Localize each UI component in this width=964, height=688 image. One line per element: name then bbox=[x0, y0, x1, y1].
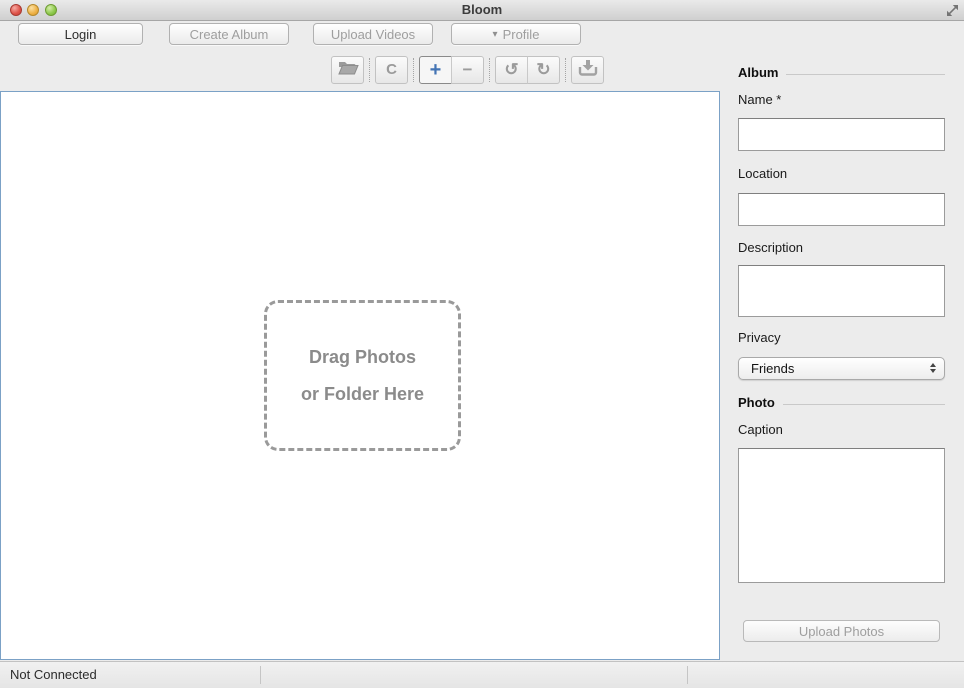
app-window: Bloom Login Create Album Upload Videos ▾… bbox=[0, 0, 964, 688]
album-section-title: Album bbox=[738, 65, 778, 80]
location-label: Location bbox=[738, 166, 787, 181]
album-section-header: Album bbox=[738, 65, 945, 80]
upload-photos-button[interactable]: Upload Photos bbox=[743, 620, 940, 642]
connection-status: Not Connected bbox=[10, 662, 97, 688]
icon-toolbar: C + − ↺ ↻ bbox=[331, 55, 604, 84]
open-folder-button[interactable] bbox=[331, 56, 364, 84]
open-folder-icon bbox=[337, 59, 359, 81]
photo-canvas: Drag Photos or Folder Here bbox=[0, 91, 720, 660]
privacy-label: Privacy bbox=[738, 330, 781, 345]
caption-field[interactable] bbox=[738, 448, 945, 583]
import-tray-button[interactable] bbox=[571, 56, 604, 84]
login-button-label: Login bbox=[65, 27, 97, 42]
rotate-right-button[interactable]: ↻ bbox=[527, 56, 560, 84]
rotate-left-button[interactable]: ↺ bbox=[495, 56, 528, 84]
create-album-button[interactable]: Create Album bbox=[169, 23, 289, 45]
privacy-select[interactable]: Friends bbox=[738, 357, 945, 380]
profile-button[interactable]: ▾ Profile bbox=[451, 23, 581, 45]
remove-icon: − bbox=[463, 61, 473, 78]
rotate-left-icon: ↺ bbox=[504, 61, 518, 78]
refresh-button[interactable]: C bbox=[375, 56, 408, 84]
fullscreen-icon[interactable] bbox=[946, 4, 959, 17]
popup-arrows-icon bbox=[930, 363, 936, 373]
location-field[interactable] bbox=[738, 193, 945, 226]
description-field[interactable] bbox=[738, 265, 945, 317]
dropzone-text-line2: or Folder Here bbox=[301, 384, 424, 405]
import-tray-icon bbox=[578, 59, 598, 81]
create-album-button-label: Create Album bbox=[190, 27, 269, 42]
caption-label: Caption bbox=[738, 422, 783, 437]
section-divider bbox=[786, 74, 945, 75]
add-remove-group: + − bbox=[419, 56, 484, 84]
statusbar-separator bbox=[260, 666, 261, 684]
dropdown-arrow-icon: ▾ bbox=[493, 29, 498, 40]
toolbar-separator bbox=[369, 58, 370, 82]
upload-videos-button-label: Upload Videos bbox=[331, 27, 415, 42]
remove-photos-button[interactable]: − bbox=[451, 56, 484, 84]
add-icon: + bbox=[430, 60, 442, 80]
dropzone-text-line1: Drag Photos bbox=[309, 347, 416, 368]
add-photos-button[interactable]: + bbox=[419, 56, 452, 84]
name-field[interactable] bbox=[738, 118, 945, 151]
upload-photos-button-label: Upload Photos bbox=[799, 624, 884, 639]
name-label: Name * bbox=[738, 92, 781, 107]
rotate-right-icon: ↻ bbox=[536, 61, 550, 78]
toolbar-separator bbox=[565, 58, 566, 82]
login-button[interactable]: Login bbox=[18, 23, 143, 45]
toolbar-separator bbox=[489, 58, 490, 82]
toolbar-separator bbox=[413, 58, 414, 82]
window-title: Bloom bbox=[0, 0, 964, 20]
rotate-group: ↺ ↻ bbox=[495, 56, 560, 84]
privacy-selected-value: Friends bbox=[751, 361, 794, 376]
profile-button-label: Profile bbox=[503, 27, 540, 42]
statusbar-separator bbox=[687, 666, 688, 684]
photo-section-header: Photo bbox=[738, 395, 945, 410]
title-bar: Bloom bbox=[0, 0, 964, 21]
description-label: Description bbox=[738, 240, 803, 255]
refresh-icon: C bbox=[386, 62, 397, 77]
status-bar: Not Connected bbox=[0, 661, 964, 688]
section-divider bbox=[783, 404, 945, 405]
photo-section-title: Photo bbox=[738, 395, 775, 410]
upload-videos-button[interactable]: Upload Videos bbox=[313, 23, 433, 45]
drag-drop-zone[interactable]: Drag Photos or Folder Here bbox=[264, 300, 461, 451]
